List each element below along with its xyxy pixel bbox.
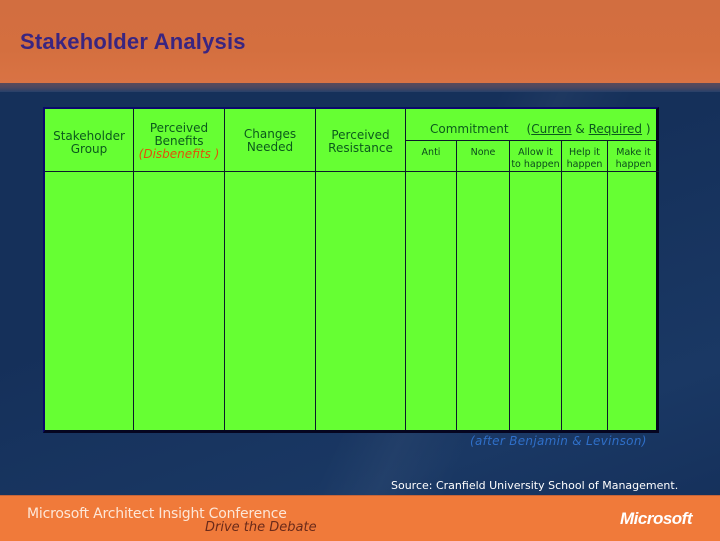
level-make-it-happen: Make it happen [608,147,659,171]
slide-title: Stakeholder Analysis [20,29,246,54]
level-line: to happen [511,159,560,170]
column-divider [607,140,608,430]
column-divider [315,109,316,430]
header-perceived-resistance: Perceived Resistance [316,129,405,155]
level-line: happen [566,159,603,170]
header-line: Needed [246,140,294,154]
level-help-it-happen: Help it happen [562,147,607,171]
level-allow-it-to-happen: Allow it to happen [510,147,561,171]
commitment-required: Required [588,122,643,136]
header-changes-needed: Changes Needed [225,128,315,154]
header-line: Resistance [328,141,393,155]
ampersand: & [571,122,589,136]
level-line: happen [615,159,652,170]
title-banner-divider [0,83,720,92]
disbenefits-note: (Disbenefits ) [138,147,220,161]
header-stakeholder-group: Stakeholder Group [45,130,133,156]
microsoft-logo: Microsoft [620,509,693,528]
header-commitment: Commitment (Curren & Required ) [406,123,659,136]
source-citation: Source: Cranfield University School of M… [391,479,679,492]
stakeholder-table: Stakeholder Group Perceived Benefits (Di… [43,107,659,433]
level-line: Make it [616,147,651,158]
level-line: Anti [421,147,441,158]
attribution: (after Benjamin & Levinson) [470,434,647,448]
commitment-label: Commitment [430,122,509,136]
row-divider [45,171,659,172]
header-perceived-benefits: Perceived Benefits (Disbenefits ) [134,122,224,161]
level-anti: Anti [406,147,456,159]
column-divider [561,140,562,430]
commitment-current: Curren [531,122,572,136]
level-line: Help it [568,147,601,158]
column-divider [509,140,510,430]
level-line: Allow it [518,147,553,158]
level-line: None [470,147,496,158]
paren: ) [642,122,651,136]
level-none: None [457,147,509,159]
column-divider [224,109,225,430]
conference-tagline: Drive the Debate [205,520,317,535]
column-divider [456,140,457,430]
header-line: Group [70,142,108,156]
row-divider [405,140,659,141]
